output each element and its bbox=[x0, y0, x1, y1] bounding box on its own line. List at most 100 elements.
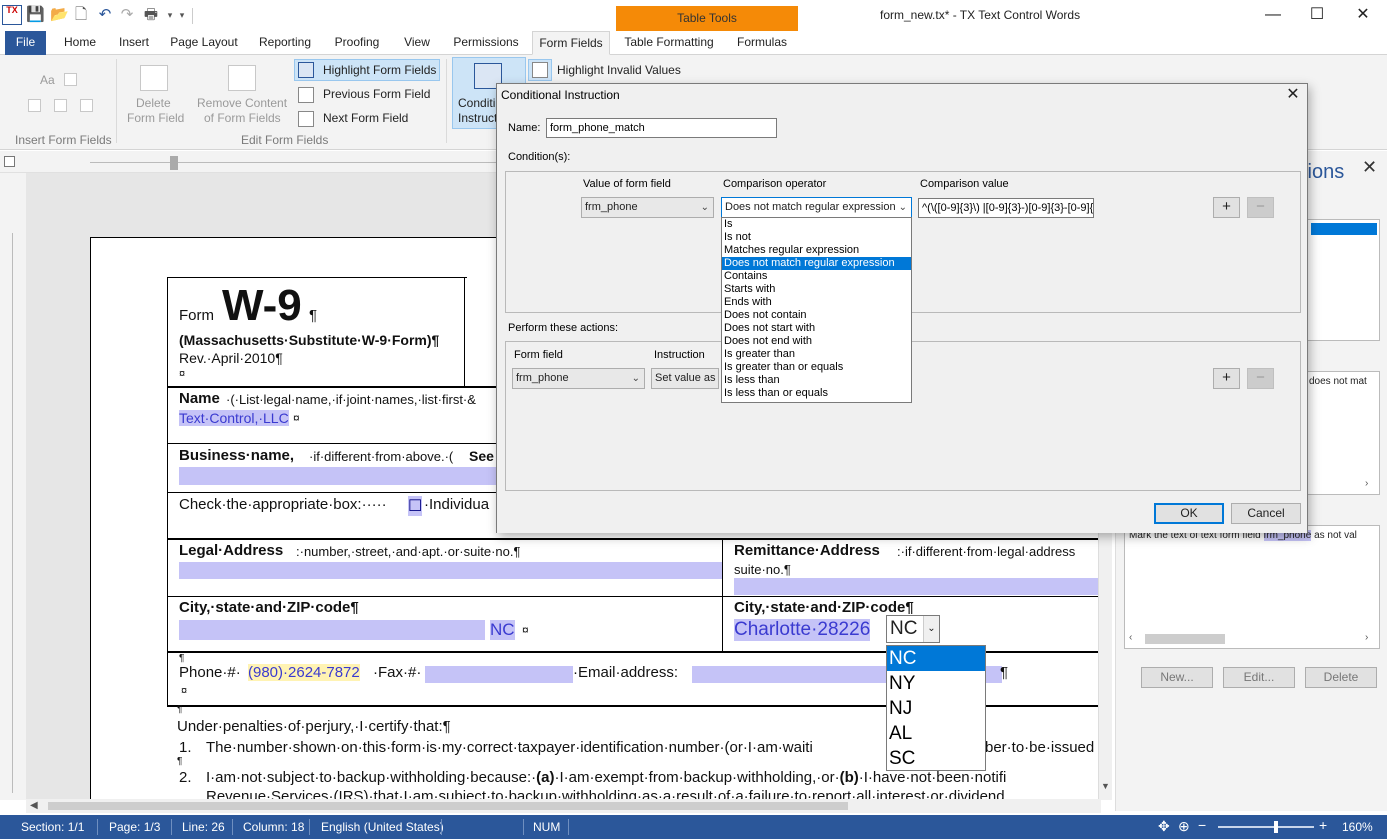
tab-formulas[interactable]: Formulas bbox=[730, 31, 794, 55]
action-form-field-select[interactable]: frm_phone ⌄ bbox=[512, 368, 645, 389]
add-condition-button[interactable]: + bbox=[1213, 197, 1240, 218]
operator-option[interactable]: Starts with bbox=[722, 283, 911, 296]
remove-content-label-1[interactable]: Remove Content bbox=[197, 96, 287, 110]
close-pane-icon[interactable]: ✕ bbox=[1362, 157, 1377, 178]
chevron-down-icon[interactable]: ⌄ bbox=[701, 198, 709, 217]
comparison-value-input[interactable] bbox=[918, 198, 1094, 218]
state-option-nc[interactable]: NC bbox=[887, 646, 985, 671]
app-icon[interactable]: TX bbox=[2, 5, 22, 25]
highlight-invalid-values-button[interactable]: Highlight Invalid Values bbox=[557, 63, 681, 77]
fit-page-icon[interactable]: ⊕ bbox=[1178, 818, 1190, 835]
chevron-down-icon[interactable]: ⌄ bbox=[899, 198, 907, 217]
form-field-select[interactable]: frm_phone ⌄ bbox=[581, 197, 714, 218]
dropdown-list-icon[interactable] bbox=[54, 99, 67, 112]
undo-icon[interactable]: ↶ bbox=[96, 6, 114, 24]
operator-option[interactable]: Ends with bbox=[722, 296, 911, 309]
tab-permissions[interactable]: Permissions bbox=[446, 31, 526, 55]
operator-option[interactable]: Does not contain bbox=[722, 309, 911, 322]
scroll-left-icon[interactable]: ◀ bbox=[30, 800, 38, 811]
maximize-icon[interactable]: ☐ bbox=[1302, 4, 1332, 26]
operator-option[interactable]: Is greater than bbox=[722, 348, 911, 361]
delete-form-field-label-2[interactable]: Form Field bbox=[127, 111, 184, 125]
chevron-down-icon[interactable]: ⌄ bbox=[632, 369, 640, 388]
save-icon[interactable]: 💾 bbox=[26, 6, 45, 24]
scroll-thumb[interactable] bbox=[1145, 634, 1225, 644]
zoom-out-icon[interactable]: − bbox=[1198, 817, 1206, 833]
operator-option-selected[interactable]: Does not match regular expression bbox=[722, 257, 911, 270]
state-option-al[interactable]: AL bbox=[887, 721, 985, 746]
operator-option[interactable]: Is bbox=[722, 218, 911, 231]
combo-box-icon[interactable] bbox=[28, 99, 41, 112]
scroll-right-icon[interactable]: › bbox=[1365, 478, 1368, 489]
tab-home[interactable]: Home bbox=[56, 31, 104, 55]
operator-option[interactable]: Contains bbox=[722, 270, 911, 283]
operator-option[interactable]: Is less than or equals bbox=[722, 387, 911, 400]
comparison-operator-select[interactable]: Does not match regular expression ⌄ bbox=[721, 197, 912, 218]
remove-action-button[interactable]: − bbox=[1247, 368, 1274, 389]
scroll-thumb[interactable] bbox=[48, 802, 848, 810]
text-field-icon[interactable]: Aa bbox=[40, 73, 55, 87]
tab-reporting[interactable]: Reporting bbox=[252, 31, 318, 55]
checkbox-field-icon[interactable] bbox=[64, 73, 77, 86]
left-indent-marker[interactable] bbox=[170, 156, 178, 170]
minimize-icon[interactable]: — bbox=[1258, 4, 1288, 26]
tab-file[interactable]: File bbox=[5, 31, 46, 55]
tab-proofing[interactable]: Proofing bbox=[326, 31, 388, 55]
state-combo-box[interactable]: NC ⌄ bbox=[886, 615, 940, 643]
delete-instruction-button[interactable]: Delete bbox=[1305, 667, 1377, 688]
comparison-operator-list[interactable]: Is Is not Matches regular expression Doe… bbox=[721, 217, 912, 403]
operator-option[interactable]: Does not end with bbox=[722, 335, 911, 348]
action-instruction-select[interactable]: Set value as in bbox=[651, 368, 719, 389]
new-instruction-button[interactable]: New... bbox=[1141, 667, 1213, 688]
scroll-left-icon[interactable]: ‹ bbox=[1129, 632, 1132, 643]
view-mode-icon[interactable]: ✥ bbox=[1158, 818, 1170, 835]
zoom-in-icon[interactable]: + bbox=[1319, 817, 1327, 833]
tab-stop-selector-icon[interactable] bbox=[4, 156, 15, 167]
zoom-slider-thumb[interactable] bbox=[1274, 821, 1278, 833]
legal-address-field[interactable] bbox=[179, 562, 722, 579]
state-option-nj[interactable]: NJ bbox=[887, 696, 985, 721]
state-field[interactable]: NC bbox=[490, 620, 515, 640]
phone-field[interactable]: (980)·2624-7872 bbox=[248, 664, 360, 681]
open-folder-icon[interactable]: 📂 bbox=[50, 6, 69, 24]
zoom-slider[interactable] bbox=[1218, 826, 1314, 828]
date-field-icon[interactable] bbox=[80, 99, 93, 112]
close-window-icon[interactable]: ✕ bbox=[1348, 4, 1378, 26]
tab-form-fields[interactable]: Form Fields bbox=[532, 31, 610, 55]
operator-option[interactable]: Matches regular expression bbox=[722, 244, 911, 257]
city-zip-field-2[interactable]: Charlotte·28226 bbox=[734, 619, 871, 641]
remove-content-label-2[interactable]: of Form Fields bbox=[204, 111, 281, 125]
add-action-button[interactable]: + bbox=[1213, 368, 1240, 389]
close-dialog-icon[interactable]: ✕ bbox=[1281, 84, 1305, 106]
action-description-box[interactable]: Mark the text of text form field frm_pho… bbox=[1124, 525, 1380, 649]
scroll-down-icon[interactable]: ▼ bbox=[1101, 781, 1110, 791]
name-field[interactable]: Text·Control,·LLC bbox=[179, 410, 289, 426]
print-icon[interactable]: 🖶 bbox=[142, 6, 160, 24]
fax-field[interactable] bbox=[425, 666, 573, 683]
tab-page-layout[interactable]: Page Layout bbox=[165, 31, 243, 55]
state-option-sc[interactable]: SC bbox=[887, 746, 985, 771]
next-form-field-button[interactable]: Next Form Field bbox=[323, 111, 408, 125]
remittance-address-field[interactable] bbox=[734, 578, 1099, 595]
previous-form-field-button[interactable]: Previous Form Field bbox=[323, 87, 430, 101]
business-name-field[interactable] bbox=[179, 467, 499, 485]
name-input[interactable] bbox=[546, 118, 777, 138]
redo-icon[interactable]: ↷ bbox=[118, 6, 136, 24]
state-option-ny[interactable]: NY bbox=[887, 671, 985, 696]
ok-button[interactable]: OK bbox=[1154, 503, 1224, 524]
tab-table-formatting[interactable]: Table Formatting bbox=[617, 31, 721, 55]
delete-form-field-label-1[interactable]: Delete bbox=[136, 96, 171, 110]
customize-toolbar-icon[interactable]: ▾ bbox=[173, 6, 191, 24]
new-document-icon[interactable]: 🗋 bbox=[72, 6, 90, 24]
city-zip-field[interactable] bbox=[179, 620, 485, 640]
operator-option[interactable]: Is greater than or equals bbox=[722, 361, 911, 374]
edit-instruction-button[interactable]: Edit... bbox=[1223, 667, 1295, 688]
checkbox-field[interactable]: ☐ bbox=[408, 496, 423, 516]
horizontal-scrollbar[interactable]: ◀ bbox=[26, 799, 1101, 813]
operator-option[interactable]: Does not start with bbox=[722, 322, 911, 335]
operator-option[interactable]: Is not bbox=[722, 231, 911, 244]
tab-view[interactable]: View bbox=[396, 31, 438, 55]
chevron-down-icon[interactable]: ⌄ bbox=[923, 616, 939, 642]
cancel-button[interactable]: Cancel bbox=[1231, 503, 1301, 524]
instruction-list-selected-item[interactable] bbox=[1311, 223, 1377, 235]
